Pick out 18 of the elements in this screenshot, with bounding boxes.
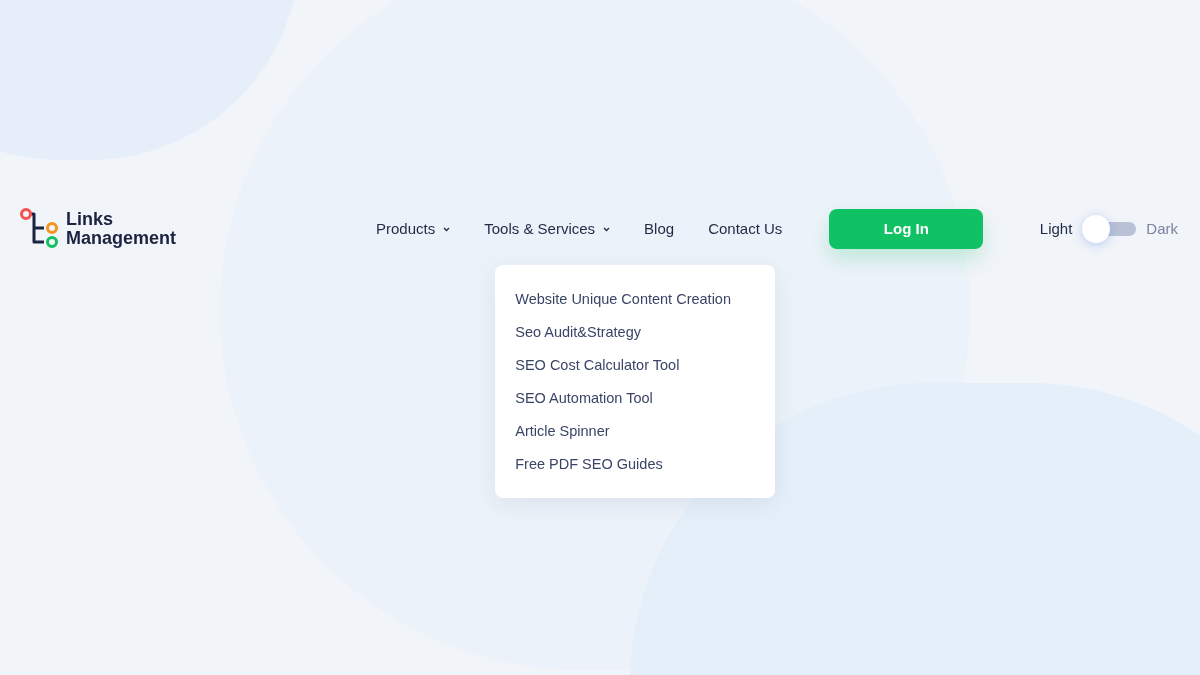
menu-item[interactable]: SEO Automation Tool	[515, 387, 756, 408]
menu-item[interactable]: Free PDF SEO Guides	[515, 453, 756, 474]
nav-link[interactable]: Products	[376, 217, 451, 241]
theme-toggle[interactable]	[1082, 215, 1137, 243]
nav-link[interactable]: Contact Us	[708, 217, 783, 241]
nav-link[interactable]: Tools & Services	[484, 217, 611, 241]
menu-item[interactable]: Seo Audit&Strategy	[515, 321, 756, 342]
light-label: Light	[1039, 218, 1073, 239]
logo-text: Management	[66, 229, 177, 248]
logo-icon	[20, 208, 60, 250]
menu-item[interactable]: Website Unique Content Creation	[515, 288, 756, 309]
dark-label: Dark	[1146, 218, 1178, 239]
nav-link[interactable]: Blog	[644, 217, 675, 241]
logo-text: Links	[66, 210, 114, 229]
menu-item[interactable]: Article Spinner	[515, 420, 756, 441]
menu-item[interactable]: SEO Cost Calculator Tool	[515, 354, 756, 375]
chevron-down-icon	[603, 226, 611, 232]
chevron-down-icon	[443, 226, 451, 232]
